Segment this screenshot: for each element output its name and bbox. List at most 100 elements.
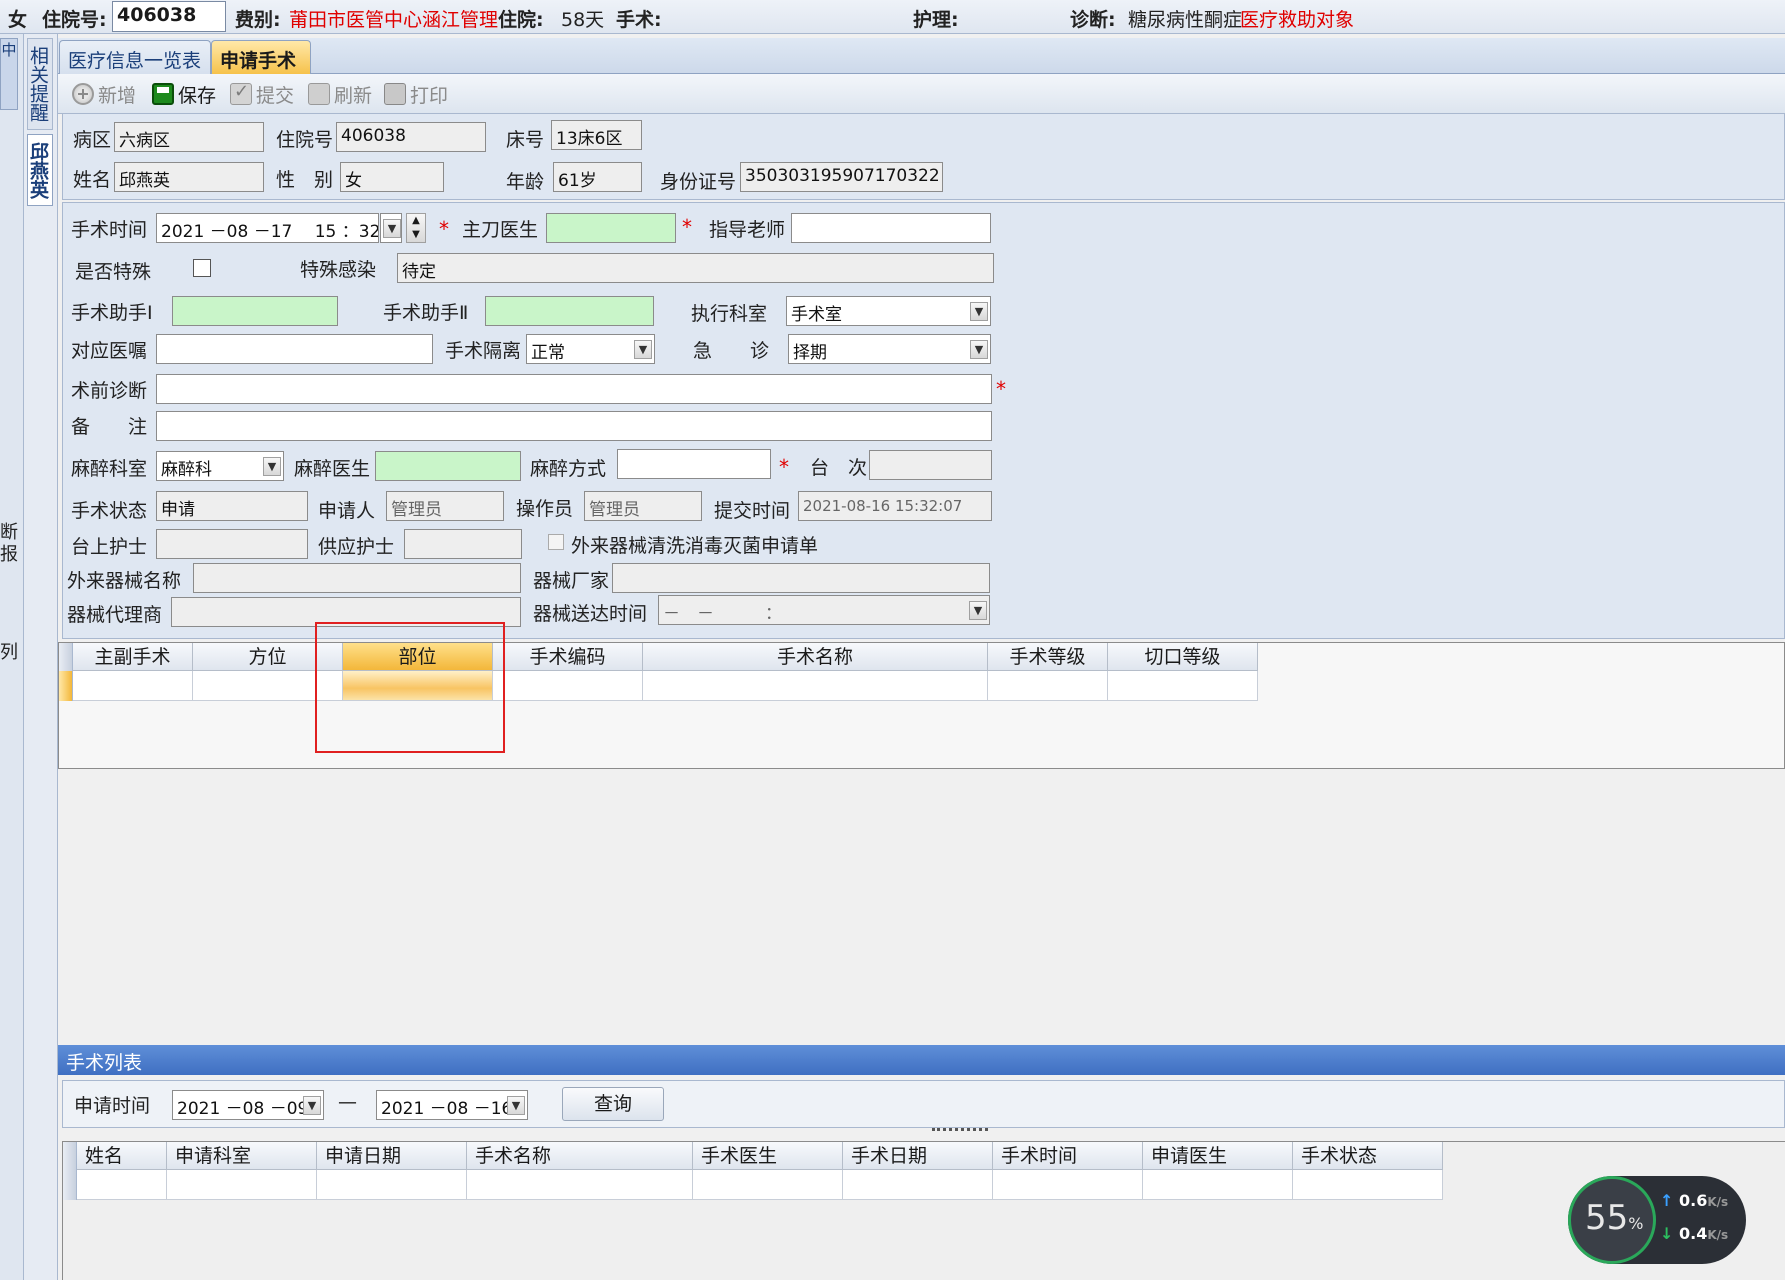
grid-cell[interactable] bbox=[73, 671, 193, 701]
exec-dept-label: 执行科室 bbox=[691, 303, 768, 325]
col-header-surgery-name[interactable]: 手术名称 bbox=[467, 1142, 693, 1170]
topbar-sex: 女 bbox=[8, 9, 28, 31]
new-button[interactable]: 新增 bbox=[72, 80, 136, 108]
assistant2-field[interactable] bbox=[485, 296, 654, 326]
col-header-name[interactable]: 手术名称 bbox=[643, 643, 988, 671]
col-header-surgeon[interactable]: 手术医生 bbox=[693, 1142, 843, 1170]
isolation-label: 手术隔离 bbox=[445, 340, 522, 362]
grid-cell[interactable] bbox=[843, 1170, 993, 1200]
grid-row-indicator[interactable] bbox=[59, 671, 73, 701]
surgery-time-dropdown[interactable]: ▼ bbox=[380, 213, 402, 243]
remark-field[interactable] bbox=[156, 411, 992, 441]
col-header-main-sub[interactable]: 主副手术 bbox=[73, 643, 193, 671]
anes-method-field[interactable] bbox=[617, 449, 771, 479]
table-nurse-field[interactable] bbox=[156, 529, 308, 559]
applicant-field[interactable]: 管理员 bbox=[386, 491, 504, 521]
topbar-diagnosis-flag: 医疗救助对象 bbox=[1240, 9, 1355, 31]
table-order-label: 台 次 bbox=[810, 457, 868, 479]
save-button[interactable]: 保存 bbox=[152, 80, 216, 108]
grid-cell[interactable] bbox=[493, 671, 643, 701]
print-button[interactable]: 打印 bbox=[384, 80, 448, 108]
panel-splitter[interactable] bbox=[932, 1128, 988, 1134]
submit-time-field[interactable]: 2021-08-16 15:32:07 bbox=[798, 491, 992, 521]
supply-nurse-field[interactable] bbox=[404, 529, 522, 559]
network-usage-percent: 55% bbox=[1585, 1198, 1644, 1238]
isolation-select[interactable]: 正常 ▼ bbox=[526, 334, 655, 364]
op-list-grid[interactable]: 姓名 申请科室 申请日期 手术名称 手术医生 手术日期 手术时间 申请医生 手术… bbox=[62, 1141, 1785, 1280]
upload-rate: ↑ 0.6K/s bbox=[1660, 1191, 1729, 1210]
table-nurse-label: 台上护士 bbox=[71, 536, 148, 558]
col-header-surgery-status[interactable]: 手术状态 bbox=[1293, 1142, 1443, 1170]
submit-button[interactable]: 提交 bbox=[230, 80, 294, 108]
admission-field[interactable]: 406038 bbox=[336, 122, 486, 152]
surgery-time-label: 手术时间 bbox=[71, 219, 148, 241]
device-name-field[interactable] bbox=[193, 563, 521, 593]
tab-medical-overview[interactable]: 医疗信息一览表 bbox=[59, 40, 211, 74]
tab-apply-surgery[interactable]: 申请手术 bbox=[211, 40, 311, 74]
network-usage-gauge[interactable]: 55% bbox=[1568, 1176, 1656, 1264]
manufacturer-field[interactable] bbox=[612, 563, 990, 593]
sex-field[interactable]: 女 bbox=[340, 162, 444, 192]
patient-info-panel: 病区 六病区 住院号 406038 床号 13床6区 姓名 邱燕英 性 别 女 … bbox=[62, 113, 1785, 200]
col-header-patient-name[interactable]: 姓名 bbox=[77, 1142, 167, 1170]
external-device-checkbox[interactable] bbox=[548, 534, 564, 550]
grid-cell[interactable] bbox=[693, 1170, 843, 1200]
surgery-time-spinner[interactable]: ▲ ▼ bbox=[406, 213, 426, 243]
bed-field[interactable]: 13床6区 bbox=[551, 120, 642, 150]
anes-doctor-field[interactable] bbox=[375, 451, 521, 481]
topbar-admission-number[interactable]: 406038 bbox=[112, 1, 226, 32]
grid-cell[interactable] bbox=[317, 1170, 467, 1200]
surgeon-field[interactable] bbox=[546, 213, 676, 243]
name-field[interactable]: 邱燕英 bbox=[114, 162, 264, 192]
grid-cell[interactable] bbox=[1143, 1170, 1293, 1200]
query-button[interactable]: 查询 bbox=[562, 1087, 664, 1121]
mentor-field[interactable] bbox=[791, 213, 991, 243]
surgery-time-input[interactable]: 2021 －08 －17 15 ：32 bbox=[156, 213, 379, 243]
main-tab-bar: 医疗信息一览表 申请手术 bbox=[58, 38, 1785, 74]
exec-dept-select[interactable]: 手术室 ▼ bbox=[786, 296, 991, 326]
prediag-field[interactable] bbox=[156, 374, 992, 404]
assistant1-field[interactable] bbox=[172, 296, 338, 326]
grid-cell[interactable] bbox=[643, 671, 988, 701]
operator-field[interactable]: 管理员 bbox=[584, 491, 702, 521]
query-to-date[interactable]: 2021 －08 －16 ▼ bbox=[376, 1090, 528, 1120]
col-header-surgery-time[interactable]: 手术时间 bbox=[993, 1142, 1143, 1170]
anes-dept-select[interactable]: 麻醉科 ▼ bbox=[156, 451, 284, 481]
grid-cell[interactable] bbox=[993, 1170, 1143, 1200]
prediag-label: 术前诊断 bbox=[71, 380, 148, 402]
assistant2-label: 手术助手Ⅱ bbox=[383, 302, 469, 324]
grid-cell[interactable] bbox=[1108, 671, 1258, 701]
urgent-select[interactable]: 择期 ▼ bbox=[788, 334, 991, 364]
chevron-down-icon: ▼ bbox=[507, 1096, 525, 1115]
vtab-patient[interactable]: 邱燕英 bbox=[27, 134, 53, 206]
left-collapsed-tab[interactable]: 中 bbox=[0, 38, 18, 110]
vtab-reminder[interactable]: 相关提醒 bbox=[27, 38, 53, 130]
grid-cell[interactable] bbox=[167, 1170, 317, 1200]
query-from-date[interactable]: 2021 －08 －09 ▼ bbox=[172, 1090, 324, 1120]
order-field[interactable] bbox=[156, 334, 433, 364]
grid-cell[interactable] bbox=[77, 1170, 167, 1200]
col-header-apply-date[interactable]: 申请日期 bbox=[317, 1142, 467, 1170]
age-field[interactable]: 61岁 bbox=[553, 162, 642, 192]
grid-cell[interactable] bbox=[1293, 1170, 1443, 1200]
grid-cell[interactable] bbox=[988, 671, 1108, 701]
print-button-label: 打印 bbox=[410, 84, 449, 107]
manufacturer-label: 器械厂家 bbox=[533, 570, 610, 592]
col-header-apply-dept[interactable]: 申请科室 bbox=[167, 1142, 317, 1170]
submit-button-label: 提交 bbox=[256, 84, 295, 107]
table-order-field[interactable] bbox=[869, 450, 992, 480]
col-header-code[interactable]: 手术编码 bbox=[493, 643, 643, 671]
special-checkbox[interactable] bbox=[193, 259, 211, 277]
infection-field[interactable]: 待定 bbox=[397, 253, 994, 283]
ward-field[interactable]: 六病区 bbox=[114, 122, 264, 152]
col-header-incision[interactable]: 切口等级 bbox=[1108, 643, 1258, 671]
col-header-apply-doctor[interactable]: 申请医生 bbox=[1143, 1142, 1293, 1170]
id-number-field[interactable]: 350303195907170322 bbox=[740, 162, 943, 192]
refresh-button[interactable]: 刷新 bbox=[308, 80, 372, 108]
col-header-level[interactable]: 手术等级 bbox=[988, 643, 1108, 671]
grid-cell[interactable] bbox=[467, 1170, 693, 1200]
col-header-surgery-date[interactable]: 手术日期 bbox=[843, 1142, 993, 1170]
delivery-time-field[interactable]: － － ： ▼ bbox=[658, 595, 990, 625]
grid-row-indicator[interactable] bbox=[63, 1170, 77, 1200]
status-field[interactable]: 申请 bbox=[156, 491, 308, 521]
